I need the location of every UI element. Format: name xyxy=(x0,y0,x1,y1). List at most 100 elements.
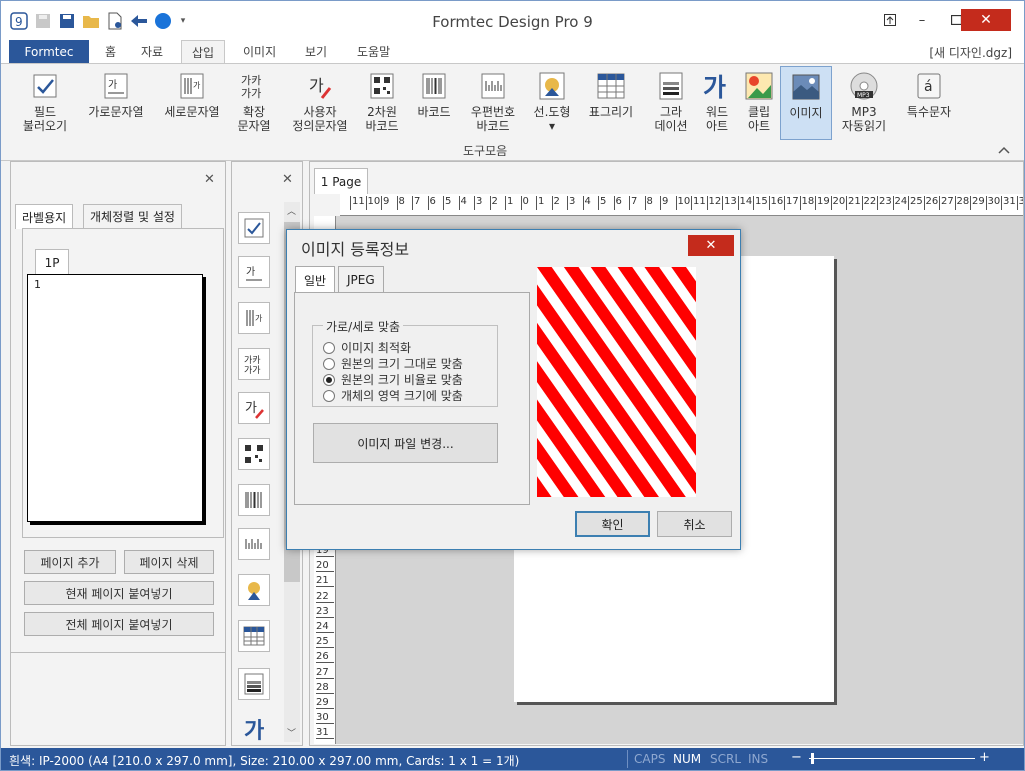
tool-barcode[interactable] xyxy=(238,484,270,516)
radio-dot xyxy=(323,341,335,354)
tool-postal-barcode[interactable] xyxy=(238,528,270,560)
page-thumbnail[interactable]: 1 xyxy=(27,274,203,522)
radio-optimize[interactable]: 이미지 최적화 xyxy=(323,339,411,356)
toolbox-close-icon[interactable]: ✕ xyxy=(282,172,293,187)
hruler-tick: 15 xyxy=(753,196,768,210)
tool-shape[interactable] xyxy=(238,574,270,606)
zoom-out-button[interactable]: − xyxy=(791,750,802,765)
qr-code-icon xyxy=(245,445,263,463)
close-button[interactable]: ✕ xyxy=(961,9,1011,31)
tool-custom-text[interactable]: 가 xyxy=(238,392,270,424)
scroll-up-icon[interactable]: ︿ xyxy=(287,204,296,217)
cancel-button[interactable]: 취소 xyxy=(657,511,732,537)
hruler-tick: 9 xyxy=(660,196,668,210)
svg-text:á: á xyxy=(924,79,933,95)
hruler-tick: 0 xyxy=(520,196,529,210)
tab-page-1[interactable]: 1 Page xyxy=(314,168,368,194)
hruler-tick: 31 xyxy=(1001,196,1016,210)
tool-horizontal-text[interactable]: 가 xyxy=(238,256,270,288)
clipart-icon xyxy=(744,70,774,102)
field-load-button[interactable]: 필드 불러오기 xyxy=(17,70,73,133)
hruler-tick: 24 xyxy=(892,196,907,210)
tab-help[interactable]: 도움말 xyxy=(347,40,400,63)
change-image-file-button[interactable]: 이미지 파일 변경... xyxy=(313,423,498,463)
hruler-tick: 22 xyxy=(861,196,876,210)
wordart-button[interactable]: 가 워드 아트 xyxy=(697,70,737,133)
dialog-close-button[interactable]: ✕ xyxy=(688,235,734,256)
radio-original-size[interactable]: 원본의 크기 그대로 맞춤 xyxy=(323,355,463,372)
field-load-icon xyxy=(30,70,60,102)
radio-original-ratio[interactable]: 원본의 크기 비율로 맞춤 xyxy=(323,371,463,388)
tab-jpeg[interactable]: JPEG xyxy=(338,266,384,292)
tab-view[interactable]: 보기 xyxy=(295,40,337,63)
postal-barcode-icon xyxy=(245,539,262,549)
image-button[interactable]: 이미지 xyxy=(780,66,832,140)
vertical-text-button[interactable]: 가 세로문자열 xyxy=(157,70,227,119)
custom-text-button[interactable]: 가 사용자 정의문자열 xyxy=(285,70,355,133)
hruler-tick: 19 xyxy=(815,196,830,210)
tab-general[interactable]: 일반 xyxy=(295,266,336,293)
vruler-tick: 27 xyxy=(316,667,334,679)
scroll-down-icon[interactable]: ﹀ xyxy=(287,726,296,739)
tab-image[interactable]: 이미지 xyxy=(233,40,286,63)
hruler-tick: 23 xyxy=(877,196,892,210)
tab-page-1p[interactable]: 1P xyxy=(35,249,69,275)
gradation-button[interactable]: 그라 데이션 xyxy=(649,70,693,133)
panel-close-icon[interactable]: ✕ xyxy=(204,172,215,187)
tool-table[interactable] xyxy=(238,620,270,652)
hruler-tick: 5 xyxy=(598,196,606,210)
special-char-button[interactable]: á 특수문자 xyxy=(901,70,957,119)
tab-object-align[interactable]: 개체정렬 및 설정 xyxy=(83,204,182,228)
svg-text:가: 가 xyxy=(703,73,726,101)
vertical-text-icon: 가 xyxy=(246,310,263,326)
gradation-icon xyxy=(656,70,686,102)
tool-wordart[interactable]: 가 xyxy=(244,714,270,745)
zoom-slider[interactable] xyxy=(809,758,975,759)
radio-object-area[interactable]: 개체의 영역 크기에 맞춤 xyxy=(323,387,463,404)
add-page-button[interactable]: 페이지 추가 xyxy=(24,550,116,574)
tool-extended-text[interactable]: 가카 가가 xyxy=(238,348,270,380)
shape-button[interactable]: 선.도형 ▾ xyxy=(529,70,575,133)
ok-button[interactable]: 확인 xyxy=(575,511,650,537)
hruler-tick: 10 xyxy=(675,196,690,210)
table-button[interactable]: 표그리기 xyxy=(583,70,639,119)
hruler-tick: 3 xyxy=(567,196,575,210)
tool-vertical-text[interactable]: 가 xyxy=(238,302,270,334)
barcode-button[interactable]: 바코드 xyxy=(411,70,457,119)
zoom-in-button[interactable]: + xyxy=(979,750,990,765)
minimize-button[interactable]: – xyxy=(909,9,935,31)
horizontal-text-icon: 가 xyxy=(101,70,131,102)
paste-all-pages-button[interactable]: 전체 페이지 붙여넣기 xyxy=(24,612,214,636)
tab-label-paper[interactable]: 라벨용지 xyxy=(15,204,74,229)
ribbon-collapse-icon[interactable] xyxy=(998,144,1010,157)
tab-data[interactable]: 자료 xyxy=(131,40,173,63)
mp3-button[interactable]: MP3 MP3 자동읽기 xyxy=(837,70,891,133)
delete-page-button[interactable]: 페이지 삭제 xyxy=(124,550,214,574)
ribbon-pin-icon[interactable] xyxy=(879,9,901,31)
shape-icon xyxy=(248,582,260,600)
tab-home[interactable]: 홈 xyxy=(95,40,126,63)
ribbon: 필드 불러오기 가 가로문자열 가 세로문자열 가카 가가 확장 문자열 가 사용자 정… xyxy=(1,63,1024,161)
hruler-tick: 32 xyxy=(1016,196,1023,210)
hruler-tick: 21 xyxy=(846,196,861,210)
horizontal-text-button[interactable]: 가 가로문자열 xyxy=(81,70,151,119)
hruler-tick: 12 xyxy=(706,196,721,210)
wordart-icon: 가 xyxy=(702,70,732,102)
tab-formtec[interactable]: Formtec xyxy=(9,40,89,63)
tab-insert[interactable]: 삽입 xyxy=(181,40,226,63)
panel-divider xyxy=(11,652,225,653)
hruler-tick: 16 xyxy=(768,196,783,210)
tool-field-load[interactable] xyxy=(238,212,270,244)
clipart-button[interactable]: 클립 아트 xyxy=(741,70,777,133)
tool-gradation[interactable] xyxy=(238,668,270,700)
extended-text-button[interactable]: 가카 가가 확장 문자열 xyxy=(231,70,277,133)
tool-qr-code[interactable] xyxy=(238,438,270,470)
title-bar: 9 ▾ Formtec Design Pro 9 – ✕ xyxy=(1,1,1024,39)
barcode-icon xyxy=(245,492,262,508)
paste-current-page-button[interactable]: 현재 페이지 붙여넣기 xyxy=(24,581,214,605)
app-title: Formtec Design Pro 9 xyxy=(432,13,593,31)
qr-code-button[interactable]: 2차원 바코드 xyxy=(361,70,403,133)
postal-barcode-button[interactable]: 우편번호 바코드 xyxy=(463,70,523,133)
hruler-tick: 8 xyxy=(396,196,405,210)
zoom-slider-thumb[interactable] xyxy=(811,753,814,764)
